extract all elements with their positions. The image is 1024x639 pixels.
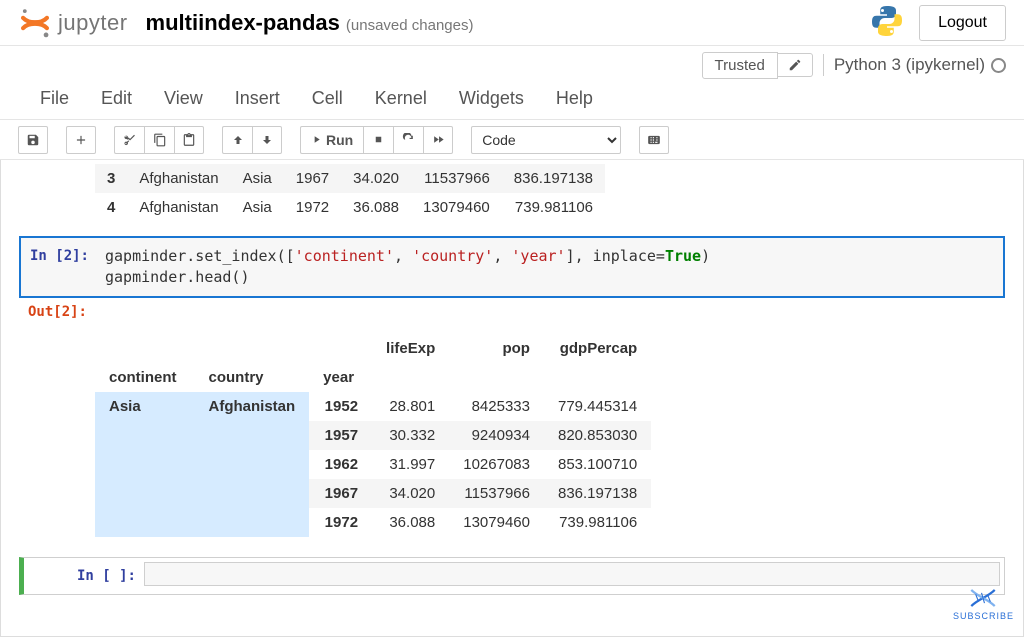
save-button[interactable]	[18, 126, 48, 154]
toolbar: Run Code	[0, 120, 1024, 160]
menu-widgets[interactable]: Widgets	[459, 88, 524, 109]
menu-kernel[interactable]: Kernel	[375, 88, 427, 109]
kernel-status-icon	[991, 58, 1006, 73]
code-cell-2[interactable]: In [2]: gapminder.set_index(['continent'…	[19, 236, 1005, 298]
run-button[interactable]: Run	[300, 126, 363, 154]
index-name-country: country	[195, 363, 310, 392]
add-cell-button[interactable]	[66, 126, 96, 154]
out-prompt: Out[2]:	[19, 298, 95, 326]
move-up-button[interactable]	[222, 126, 252, 154]
cut-icon	[123, 133, 137, 147]
dna-icon	[968, 587, 998, 609]
plus-icon	[74, 133, 88, 147]
index-name-continent: continent	[95, 363, 195, 392]
arrow-up-icon	[232, 134, 244, 146]
empty-code-area[interactable]	[144, 562, 1000, 586]
code-content[interactable]: gapminder.set_index(['continent', 'count…	[105, 246, 995, 288]
pencil-icon	[788, 58, 802, 72]
python-icon	[869, 3, 905, 42]
menu-insert[interactable]: Insert	[235, 88, 280, 109]
menu-cell[interactable]: Cell	[312, 88, 343, 109]
in-prompt: In [2]:	[21, 242, 97, 292]
menu-help[interactable]: Help	[556, 88, 593, 109]
notebook-container[interactable]: 3 Afghanistan Asia 1967 34.020 11537966 …	[0, 160, 1024, 637]
edit-trusted-button[interactable]	[778, 53, 813, 77]
save-icon	[26, 133, 40, 147]
run-label: Run	[326, 132, 353, 148]
menu-edit[interactable]: Edit	[101, 88, 132, 109]
arrow-down-icon	[261, 134, 273, 146]
command-palette-button[interactable]	[639, 126, 669, 154]
stop-icon	[373, 134, 384, 145]
empty-code-cell[interactable]: In [ ]:	[19, 557, 1005, 595]
table-row: Asia Afghanistan 1952 28.801 8425333 779…	[95, 392, 651, 421]
header-bar: jupyter multiindex-pandas (unsaved chang…	[0, 0, 1024, 46]
restart-button[interactable]	[393, 126, 423, 154]
col-lifeexp: lifeExp	[372, 334, 449, 363]
interrupt-button[interactable]	[363, 126, 393, 154]
menu-bar: File Edit View Insert Cell Kernel Widget…	[0, 78, 1024, 120]
paste-button[interactable]	[174, 126, 204, 154]
output-label-row: Out[2]:	[19, 298, 1005, 326]
keyboard-icon	[647, 133, 661, 147]
subscribe-label: SUBSCRIBE	[953, 611, 1014, 621]
kernel-row: Trusted Python 3 (ipykernel)	[0, 46, 1024, 78]
prior-output-table: 3 Afghanistan Asia 1967 34.020 11537966 …	[95, 164, 1005, 222]
restart-run-all-button[interactable]	[423, 126, 453, 154]
move-down-button[interactable]	[252, 126, 282, 154]
table-row: 4 Afghanistan Asia 1972 36.088 13079460 …	[95, 193, 605, 222]
continent-cell: Asia	[95, 392, 195, 537]
unsaved-label: (unsaved changes)	[346, 17, 474, 34]
cell-type-select[interactable]: Code	[471, 126, 621, 154]
menu-file[interactable]: File	[40, 88, 69, 109]
play-icon	[311, 134, 322, 145]
col-gdp: gdpPercap	[544, 334, 651, 363]
refresh-icon	[402, 133, 415, 146]
country-cell: Afghanistan	[195, 392, 310, 537]
table-row: 3 Afghanistan Asia 1967 34.020 11537966 …	[95, 164, 605, 193]
fast-forward-icon	[432, 133, 445, 146]
cut-button[interactable]	[114, 126, 144, 154]
col-pop: pop	[449, 334, 544, 363]
jupyter-logo[interactable]: jupyter	[18, 6, 128, 40]
paste-icon	[182, 133, 196, 147]
notebook-title[interactable]: multiindex-pandas	[146, 10, 340, 36]
in-prompt-empty: In [ ]:	[24, 558, 144, 594]
menu-view[interactable]: View	[164, 88, 203, 109]
index-name-year: year	[309, 363, 372, 392]
logout-button[interactable]: Logout	[919, 5, 1006, 41]
copy-icon	[153, 133, 167, 147]
jupyter-icon	[18, 6, 52, 40]
kernel-name[interactable]: Python 3 (ipykernel)	[834, 55, 985, 75]
multiindex-output-table: lifeExp pop gdpPercap continent country …	[95, 334, 1005, 537]
subscribe-badge[interactable]: SUBSCRIBE	[953, 587, 1014, 621]
copy-button[interactable]	[144, 126, 174, 154]
trusted-badge[interactable]: Trusted	[702, 52, 778, 79]
divider	[823, 54, 824, 76]
jupyter-brand-text: jupyter	[58, 10, 128, 36]
